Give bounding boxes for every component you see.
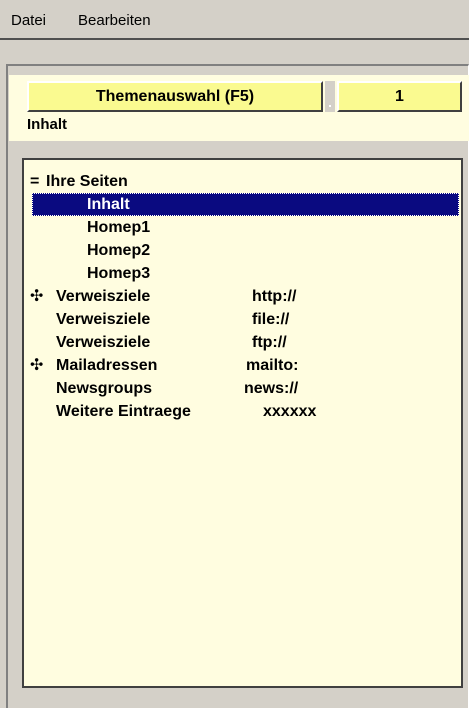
tree-item-label: Mailadressen [56, 357, 158, 374]
tree-item-verweisziele-http[interactable]: ✣ Verweisziele http:// [30, 285, 450, 308]
tree-item-protocol: mailto: [246, 357, 299, 374]
page-number-button[interactable]: 1 [337, 81, 462, 112]
tree-item-label: Weitere Eintraege [56, 403, 191, 420]
tree-item-protocol: xxxxxx [263, 403, 317, 420]
tree-root-ihre-seiten[interactable]: = Ihre Seiten [30, 170, 450, 193]
tree-item-label: Homep1 [87, 219, 151, 236]
expand-plus-icon[interactable]: ✣ [30, 354, 43, 377]
tree-root-label: Ihre Seiten [46, 173, 128, 190]
tree-item-homep2[interactable]: Homep2 [32, 239, 452, 262]
tree-item-label: Verweisziele [56, 311, 151, 328]
topic-select-button[interactable]: Themenauswahl (F5) [27, 81, 323, 112]
tree-item-inhalt[interactable]: Inhalt [32, 193, 459, 216]
tree-item-label: Verweisziele [56, 334, 151, 351]
menu-bearbeiten[interactable]: Bearbeiten [78, 12, 151, 29]
tree-item-label: Newsgroups [56, 380, 153, 397]
tree-item-label: Verweisziele [56, 288, 151, 305]
tree-item-verweisziele-file[interactable]: Verweisziele file:// [30, 308, 450, 331]
tree-item-homep1[interactable]: Homep1 [32, 216, 452, 239]
tree-item-protocol: file:// [252, 311, 290, 328]
tree-view[interactable]: = Ihre Seiten Inhalt Homep1 Homep2 Homep… [22, 158, 463, 688]
tree-item-mailadressen[interactable]: ✣ Mailadressen mailto: [30, 354, 450, 377]
tree-item-protocol: http:// [252, 288, 297, 305]
menu-bar: Datei Bearbeiten [0, 0, 469, 40]
tree-item-label: Homep2 [87, 242, 151, 259]
tree-item-protocol: ftp:// [252, 334, 287, 351]
current-topic-label: Inhalt [27, 116, 67, 133]
tree-item-verweisziele-ftp[interactable]: Verweisziele ftp:// [30, 331, 450, 354]
tree-item-label: Inhalt [87, 196, 130, 213]
collapse-minus-icon[interactable]: = [30, 170, 39, 193]
tree-item-homep3[interactable]: Homep3 [32, 262, 452, 285]
tree-item-protocol: news:// [244, 380, 299, 397]
tree-item-label: Homep3 [87, 265, 151, 282]
expand-plus-icon[interactable]: ✣ [30, 285, 43, 308]
menu-datei[interactable]: Datei [11, 12, 46, 29]
tree-item-newsgroups[interactable]: Newsgroups news:// [30, 377, 450, 400]
button-separator [325, 81, 335, 112]
tree-item-weitere-eintraege[interactable]: Weitere Eintraege xxxxxx [30, 400, 450, 423]
